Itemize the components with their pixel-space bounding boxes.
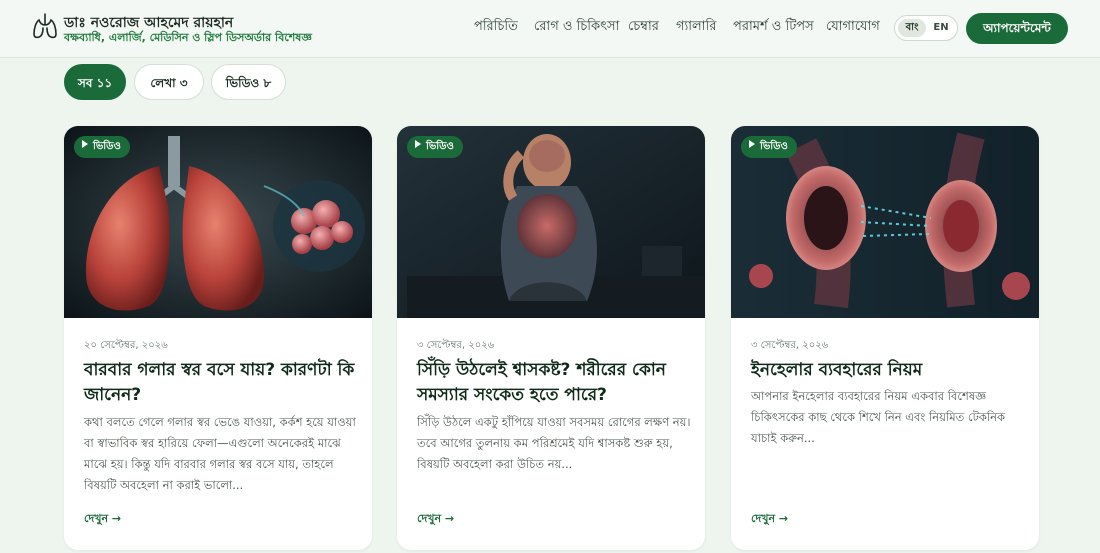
brand-tagline: বক্ষব্যাধি, এলার্জি, মেডিসিন ও স্লিপ ডিস… — [64, 31, 312, 44]
nav-gallery[interactable]: গ্যালারি — [676, 17, 716, 38]
nav-about[interactable]: পরিচিতি — [474, 17, 518, 38]
appointment-button[interactable]: অ্যাপয়েন্টমেন্ট — [966, 13, 1068, 44]
video-badge: ভিডিও — [741, 136, 797, 158]
filter-videos[interactable]: ভিডিও ৮ — [211, 64, 286, 100]
card-view-link[interactable]: দেখুন → — [84, 510, 121, 529]
card-title[interactable]: ইনহেলার ব্যবহারের নিয়ম — [751, 358, 1023, 383]
lang-option-bn[interactable]: বাং — [898, 19, 926, 37]
card-excerpt: সিঁড়ি উঠলে একটু হাঁপিয়ে যাওয়া সবসময় … — [417, 415, 691, 471]
play-icon — [749, 140, 755, 148]
nav-diseases[interactable]: রোগ ও চিকিৎসা — [534, 17, 619, 38]
language-toggle[interactable]: বাং EN — [894, 15, 958, 41]
article-card[interactable]: ভিডিও ৩ সেপ্টেম্বর, ২০২৬ ইনহেলার ব্যবহার… — [731, 126, 1039, 550]
card-excerpt: আপনার ইনহেলার ব্যবহারের নিয়ম একবার বিশে… — [751, 389, 1006, 445]
card-view-link[interactable]: দেখুন → — [417, 510, 454, 529]
article-card[interactable]: ভিডিও ৩ সেপ্টেম্বর, ২০২৬ সিঁড়ি উঠলেই শ্… — [397, 126, 705, 550]
card-date: ২০ সেপ্টেম্বর, ২০২৬ — [84, 340, 168, 351]
card-title[interactable]: সিঁড়ি উঠলেই শ্বাসকষ্ট? শরীরের কোন সমস্য… — [417, 358, 689, 408]
card-date: ৩ সেপ্টেম্বর, ২০২৬ — [751, 340, 829, 351]
card-title[interactable]: বারবার গলার স্বর বসে যায়? কারণটা কি জান… — [84, 358, 356, 408]
nav-tips[interactable]: পরামর্শ ও টিপস — [733, 17, 814, 38]
article-card[interactable]: ভিডিও ২০ সেপ্টেম্বর, ২০২৬ বারবার গলার স্… — [64, 126, 372, 550]
play-icon — [82, 140, 88, 148]
card-excerpt: কথা বলতে গেলে গলার স্বর ভেঙে যাওয়া, কর্… — [84, 415, 356, 492]
card-view-link[interactable]: দেখুন → — [751, 510, 788, 529]
lungs-icon[interactable] — [32, 12, 58, 40]
play-icon — [415, 140, 421, 148]
nav-chamber[interactable]: চেম্বার — [628, 17, 659, 38]
lang-option-en[interactable]: EN — [927, 19, 955, 37]
video-badge: ভিডিও — [407, 136, 463, 158]
filter-all[interactable]: সব ১১ — [64, 64, 126, 100]
site-header: ডাঃ নওরোজ আহমেদ রায়হান বক্ষব্যাধি, এলার… — [0, 0, 1100, 58]
card-date: ৩ সেপ্টেম্বর, ২০২৬ — [417, 340, 495, 351]
video-badge: ভিডিও — [74, 136, 130, 158]
filter-articles[interactable]: লেখা ৩ — [134, 64, 204, 100]
nav-contact[interactable]: যোগাযোগ — [826, 17, 880, 38]
